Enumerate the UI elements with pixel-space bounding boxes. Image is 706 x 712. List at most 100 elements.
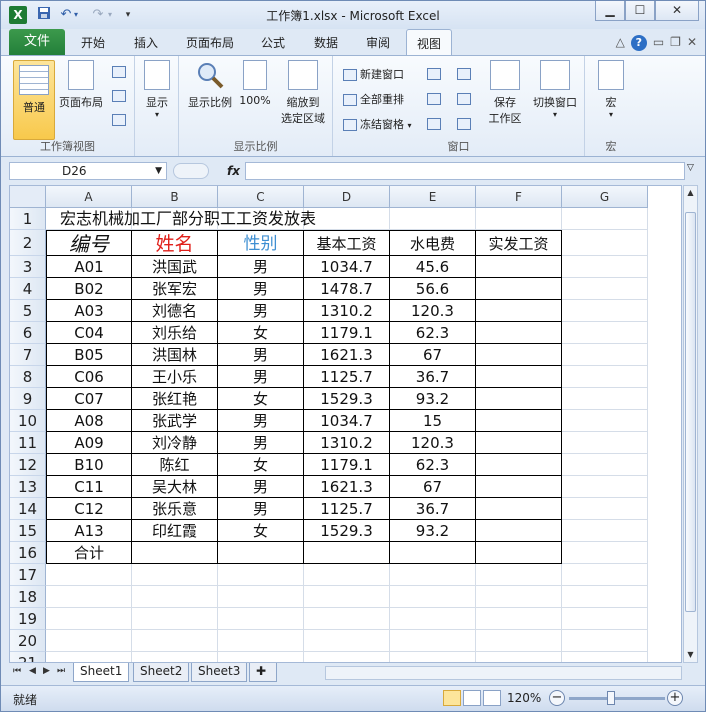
cell-utility[interactable]: 67 [390,344,476,366]
cell-utility[interactable]: 36.7 [390,366,476,388]
cell-net-pay[interactable] [476,520,562,542]
full-screen-icon[interactable] [112,114,126,126]
switch-windows-button[interactable]: 切换窗口 ▾ [529,60,581,119]
page-break-preview-icon[interactable] [112,66,126,78]
show-button[interactable]: 显示 ▾ [141,60,173,119]
save-workspace-button[interactable]: 保存 工作区 [483,60,527,126]
formula-bar-expand-handle[interactable] [173,163,209,179]
cell-gender[interactable]: 男 [218,300,304,322]
name-box[interactable]: D26 ▼ [9,162,167,180]
cell-id[interactable]: C06 [46,366,132,388]
vertical-scroll-thumb[interactable] [685,212,696,612]
normal-view-status-icon[interactable] [443,690,461,706]
insert-sheet-icon[interactable]: ✚ [249,663,277,682]
cell-name[interactable]: 陈红 [132,454,218,476]
cell-net-pay[interactable] [476,476,562,498]
restore-workbook-icon[interactable]: ▭ [653,35,664,51]
cell-base-salary[interactable]: 1621.3 [304,344,390,366]
zoom-100-button[interactable]: 100% [237,60,273,107]
cell-utility[interactable]: 36.7 [390,498,476,520]
scroll-down-icon[interactable]: ▼ [684,648,697,662]
cell-base-salary[interactable]: 1310.2 [304,432,390,454]
cell-base-salary[interactable]: 1310.2 [304,300,390,322]
zoom-slider-track[interactable] [569,697,665,700]
scroll-up-icon[interactable]: ▲ [684,186,697,200]
page-break-status-icon[interactable] [483,690,501,706]
column-header-f[interactable]: F [476,186,562,208]
cell-base-salary[interactable]: 1621.3 [304,476,390,498]
cell-id[interactable]: C11 [46,476,132,498]
cell-net-pay[interactable] [476,366,562,388]
cell-id[interactable]: A01 [46,256,132,278]
cell-net-pay[interactable] [476,410,562,432]
reset-window-position-icon[interactable] [457,118,471,130]
hide-icon[interactable] [427,93,441,105]
cell-utility[interactable]: 67 [390,476,476,498]
cell-total-label[interactable]: 合计 [46,542,132,564]
minimize-ribbon-icon[interactable]: △ [616,35,625,51]
row-header-3[interactable]: 3 [10,256,46,278]
cell-base-salary[interactable]: 1478.7 [304,278,390,300]
cell-utility[interactable]: 62.3 [390,454,476,476]
row-header-5[interactable]: 5 [10,300,46,322]
cell-name[interactable]: 洪国林 [132,344,218,366]
formula-input[interactable] [245,162,685,180]
row-header-14[interactable]: 14 [10,498,46,520]
cell-name[interactable]: 张军宏 [132,278,218,300]
cell-gender[interactable]: 男 [218,432,304,454]
cell-utility[interactable]: 120.3 [390,300,476,322]
horizontal-scrollbar[interactable] [325,666,682,680]
cell-total[interactable] [390,542,476,564]
cell-id[interactable]: B10 [46,454,132,476]
cell-name[interactable]: 洪国武 [132,256,218,278]
cell-name[interactable]: 刘德名 [132,300,218,322]
cell-utility[interactable]: 62.3 [390,322,476,344]
cell-net-pay[interactable] [476,256,562,278]
tab-home[interactable]: 开始 [81,34,105,51]
cell-id[interactable]: B02 [46,278,132,300]
cell-id[interactable]: C07 [46,388,132,410]
cell-net-pay[interactable] [476,322,562,344]
close-workbook-icon[interactable]: ✕ [687,35,697,51]
prev-sheet-icon[interactable]: ◀ [29,666,36,676]
header-gender[interactable]: 性别 [218,230,304,256]
zoom-in-icon[interactable]: + [667,690,683,706]
split-icon[interactable] [427,68,441,80]
cell-gender[interactable]: 男 [218,366,304,388]
page-layout-view-button[interactable]: 页面布局 [57,60,105,110]
cell-name[interactable]: 刘乐给 [132,322,218,344]
cell-gender[interactable]: 女 [218,454,304,476]
cell-net-pay[interactable] [476,388,562,410]
row-header-18[interactable]: 18 [10,586,46,608]
column-header-e[interactable]: E [390,186,476,208]
cell-base-salary[interactable]: 1179.1 [304,322,390,344]
cell-utility[interactable]: 93.2 [390,388,476,410]
cell-base-salary[interactable]: 1529.3 [304,388,390,410]
cell-name[interactable]: 张红艳 [132,388,218,410]
row-header-7[interactable]: 7 [10,344,46,366]
tab-view[interactable]: 视图 [406,29,453,56]
cell-id[interactable]: A09 [46,432,132,454]
cell-gender[interactable]: 女 [218,520,304,542]
zoom-to-selection-button[interactable]: 缩放到 选定区域 [275,60,331,126]
freeze-panes-button[interactable]: 冻结窗格 ▾ [343,116,412,132]
cell-net-pay[interactable] [476,300,562,322]
unhide-icon[interactable] [427,118,441,130]
new-window-button[interactable]: 新建窗口 [343,66,404,82]
cell-net-pay[interactable] [476,454,562,476]
header-utility[interactable]: 水电费 [390,230,476,256]
formula-expand-icon[interactable]: ▽ [687,163,694,173]
zoom-button[interactable]: 显示比例 [185,60,235,110]
column-header-a[interactable]: A [46,186,132,208]
cell-name[interactable]: 张武学 [132,410,218,432]
cell-name[interactable]: 王小乐 [132,366,218,388]
sheet-tab-sheet1[interactable]: Sheet1 [73,663,130,682]
cell-total[interactable] [218,542,304,564]
tab-insert[interactable]: 插入 [134,34,158,51]
cell-base-salary[interactable]: 1529.3 [304,520,390,542]
worksheet-grid[interactable]: A B C D E F G 1 2 3 4 5 6 7 8 9 10 11 12 13 14 15 16 17 18 19 20 21… [9,185,682,663]
header-id[interactable]: 编号 [46,230,132,256]
tab-review[interactable]: 审阅 [366,34,390,51]
tab-data[interactable]: 数据 [314,34,338,51]
select-all-corner[interactable] [10,186,46,208]
